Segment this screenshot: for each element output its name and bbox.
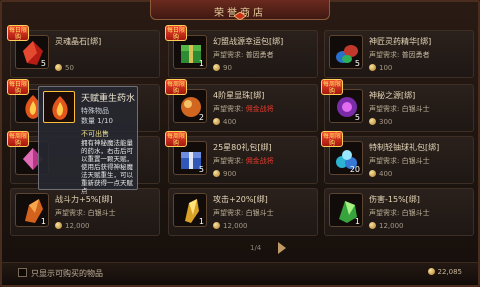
- coin-icon: [369, 118, 376, 125]
- item-price: 50: [55, 64, 74, 72]
- item-slot[interactable]: 5: [329, 35, 363, 69]
- page-indicator: 1/4: [250, 244, 262, 252]
- item-quantity: 5: [40, 59, 46, 68]
- coin-icon: [369, 170, 376, 177]
- item-tooltip: 天赋重生药水 特殊物品 数量 1/10 不可出售 拥有神秘魔法能量的药水，右击后…: [38, 86, 138, 195]
- coin-icon: [427, 268, 435, 275]
- item-price: 300: [369, 118, 392, 126]
- item-price: 100: [369, 64, 392, 72]
- shop-item-card[interactable]: 1 战斗力+5%[绑] 声望需求: 白银斗士 12,000: [10, 188, 160, 236]
- item-name: 神秘之源[绑]: [369, 91, 416, 100]
- item-quantity: 2: [198, 113, 204, 122]
- item-requirement: 声望需求: 白银斗士: [369, 157, 430, 165]
- weekly-limit-badge: 每周限购: [321, 79, 343, 95]
- item-slot[interactable]: 1: [329, 193, 363, 227]
- item-price: 90: [213, 64, 232, 72]
- shop-item-card[interactable]: 5 灵魂晶石[绑] 50 每日限购: [7, 25, 160, 78]
- item-quantity: 20: [349, 165, 360, 174]
- tooltip-item-name: 天赋重生药水: [81, 94, 136, 104]
- item-name: 神匠灵药精华[绑]: [369, 37, 432, 46]
- coin-icon: [55, 222, 62, 229]
- item-name: 战斗力+5%[绑]: [55, 195, 113, 204]
- daily-limit-badge: 每日限购: [7, 79, 29, 95]
- item-name: 25星80礼包[绑]: [213, 143, 272, 152]
- tooltip-item-quantity: 数量 1/10: [81, 117, 113, 125]
- item-requirement: 声望需求: 白银斗士: [369, 209, 430, 217]
- fire-potion-icon: [52, 96, 68, 120]
- coin-icon: [369, 64, 376, 71]
- daily-limit-badge: 每日限购: [7, 25, 29, 41]
- coin-icon: [213, 170, 220, 177]
- item-requirement: 声望需求: 佣金战将: [213, 157, 274, 165]
- pagination: 1/4: [190, 240, 290, 256]
- show-purchasable-checkbox[interactable]: [18, 268, 27, 277]
- shop-item-card[interactable]: 1 攻击+20%[绑] 声望需求: 白银斗士 12,000: [168, 188, 318, 236]
- item-quantity: 5: [198, 165, 204, 174]
- footer-bar: 只显示可购买的物品 22,085: [2, 262, 478, 285]
- tooltip-item-slot: [43, 91, 75, 123]
- item-quantity: 5: [354, 113, 360, 122]
- item-price: 12,000: [369, 222, 404, 230]
- daily-limit-badge: 每日限购: [165, 25, 187, 41]
- item-name: 灵魂晶石[绑]: [55, 37, 102, 46]
- item-requirement: 声望需求: 普因勇者: [369, 51, 430, 59]
- shop-item-card[interactable]: 5 神匠灵药精华[绑] 声望需求: 普因勇者 100: [324, 30, 474, 78]
- item-price: 12,000: [55, 222, 90, 230]
- item-requirement: 声望需求: 普因勇者: [213, 51, 274, 59]
- item-requirement: 声望需求: 白银斗士: [55, 209, 116, 217]
- shop-item-card[interactable]: 5 25星80礼包[绑] 声望需求: 佣金战将 900 每周限购: [165, 131, 318, 184]
- item-requirement: 声望需求: 白银斗士: [369, 105, 430, 113]
- item-slot[interactable]: 1: [15, 193, 49, 227]
- item-price: 12,000: [213, 222, 248, 230]
- item-name: 伤害-15%[绑]: [369, 195, 420, 204]
- item-price: 400: [213, 118, 236, 126]
- item-slot[interactable]: 1: [173, 193, 207, 227]
- currency-balance: 22,085: [427, 268, 462, 276]
- coin-icon: [213, 118, 220, 125]
- shop-item-card[interactable]: 20 特制轻铀球礼包[绑] 声望需求: 白银斗士 400 每周限购: [321, 131, 474, 184]
- item-name: 幻盟战源幸运包[绑]: [213, 37, 284, 46]
- title-gem-icon: [234, 12, 246, 20]
- show-purchasable-label: 只显示可购买的物品: [31, 269, 103, 278]
- tooltip-note: 不可出售: [81, 130, 109, 138]
- item-quantity: 1: [354, 217, 360, 226]
- coin-icon: [55, 64, 62, 71]
- weekly-limit-badge: 每周限购: [7, 131, 29, 147]
- item-quantity: 1: [40, 217, 46, 226]
- item-requirement: 声望需求: 佣金战将: [213, 105, 274, 113]
- coin-icon: [369, 222, 376, 229]
- shop-item-card[interactable]: 5 神秘之源[绑] 声望需求: 白银斗士 300 每周限购: [321, 79, 474, 132]
- shop-item-card[interactable]: 1 伤害-15%[绑] 声望需求: 白银斗士 12,000: [324, 188, 474, 236]
- item-price: 900: [213, 170, 236, 178]
- weekly-limit-badge: 每周限购: [165, 79, 187, 95]
- coin-icon: [213, 64, 220, 71]
- weekly-limit-badge: 每周限购: [165, 131, 187, 147]
- item-name: 特制轻铀球礼包[绑]: [369, 143, 440, 152]
- tooltip-description: 拥有神秘魔法能量的药水，右击后可以重置一颗天赋，使用后获得神秘魔法天赋重生，可以…: [81, 139, 133, 195]
- item-quantity: 5: [354, 59, 360, 68]
- item-quantity: 1: [198, 217, 204, 226]
- item-requirement: 声望需求: 白银斗士: [213, 209, 274, 217]
- shop-item-card[interactable]: 1 幻盟战源幸运包[绑] 声望需求: 普因勇者 90 每日限购: [165, 25, 318, 78]
- item-price: 400: [369, 170, 392, 178]
- weekly-limit-badge: 每周限购: [321, 131, 343, 147]
- item-name: 4阶星显珠[绑]: [213, 91, 265, 100]
- shop-item-card[interactable]: 2 4阶星显珠[绑] 声望需求: 佣金战将 400 每周限购: [165, 79, 318, 132]
- tooltip-item-kind: 特殊物品: [81, 107, 109, 115]
- item-name: 攻击+20%[绑]: [213, 195, 268, 204]
- item-quantity: 1: [198, 59, 204, 68]
- next-page-icon[interactable]: [278, 242, 286, 254]
- coin-icon: [213, 222, 220, 229]
